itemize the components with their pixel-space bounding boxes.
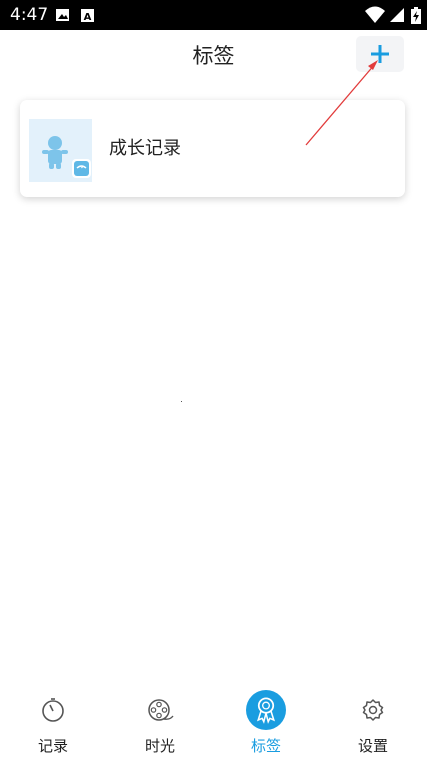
nav-item-time[interactable]: 时光 — [125, 684, 195, 760]
header: 标签 — [0, 30, 427, 82]
signal-icon — [390, 8, 404, 22]
nav-label-tags: 标签 — [250, 737, 281, 755]
wifi-icon — [365, 6, 385, 23]
bottom-nav: 记录 时光 标签 设置 — [0, 684, 427, 760]
gear-icon — [362, 699, 384, 721]
nav-item-records[interactable]: 记录 — [18, 684, 88, 760]
a-badge-icon: A — [81, 9, 94, 23]
nav-label-records: 记录 — [37, 737, 68, 755]
nav-item-tags[interactable]: 标签 — [231, 684, 301, 760]
svg-text:A: A — [84, 12, 92, 23]
nav-label-settings: 设置 — [357, 737, 388, 755]
tag-card[interactable]: 成长记录 — [20, 100, 405, 197]
image-icon — [56, 9, 69, 21]
nav-label-time: 时光 — [144, 737, 175, 755]
battery-charging-icon — [411, 7, 421, 24]
stray-dot — [181, 401, 182, 402]
film-reel-icon — [148, 699, 174, 721]
nav-item-settings[interactable]: 设置 — [338, 684, 408, 760]
stopwatch-icon — [42, 698, 64, 722]
award-ribbon-icon — [246, 690, 286, 730]
status-bar: 4:47 A — [0, 0, 427, 30]
tag-label: 成长记录 — [109, 138, 181, 159]
add-tag-button[interactable] — [356, 36, 404, 72]
baby-scale-icon — [42, 136, 91, 178]
status-time: 4:47 — [10, 5, 49, 25]
tag-thumbnail — [29, 119, 92, 182]
plus-icon — [371, 45, 389, 63]
